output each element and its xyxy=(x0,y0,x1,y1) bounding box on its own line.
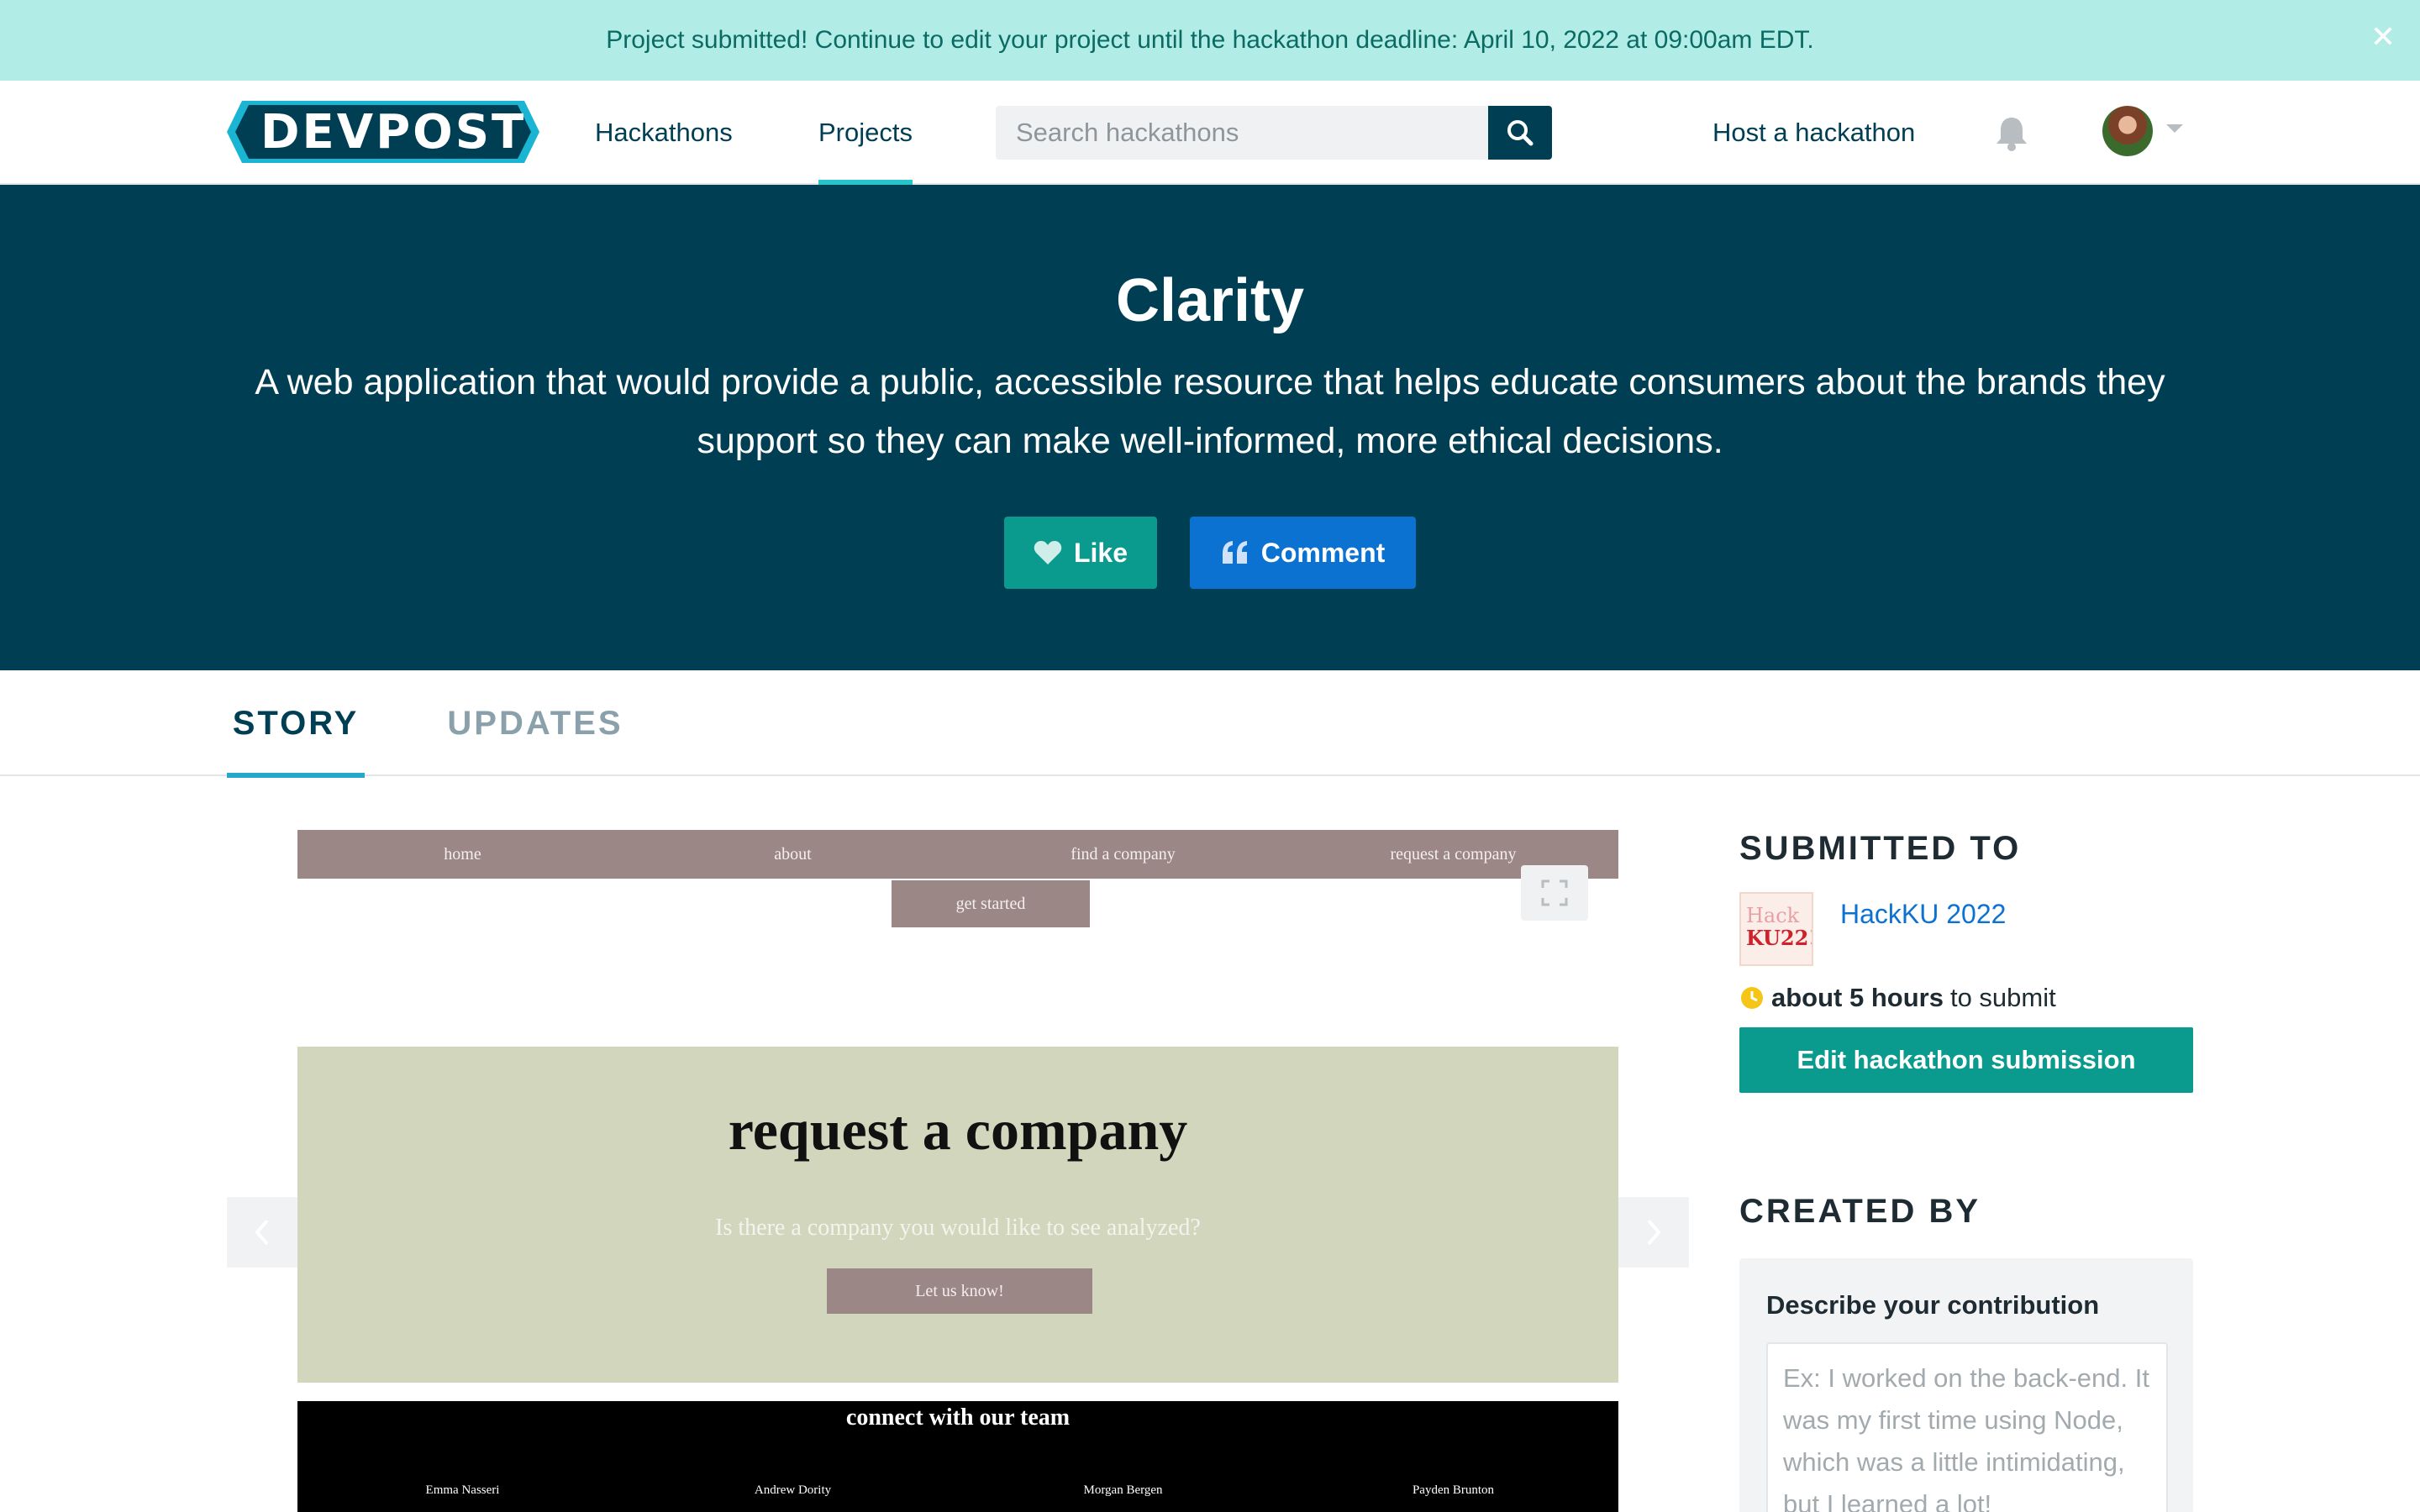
project-gallery: home about find a company request a comp… xyxy=(227,815,1689,1512)
contribution-label: Describe your contribution xyxy=(1766,1290,2100,1320)
tab-story[interactable]: STORY xyxy=(227,670,365,778)
banner-message: Project submitted! Continue to edit your… xyxy=(606,26,1814,54)
tab-updates[interactable]: UPDATES xyxy=(447,670,622,776)
expand-icon xyxy=(1541,879,1568,906)
screenshot-get-started: get started xyxy=(892,880,1090,927)
submitted-to-heading: SUBMITTED TO xyxy=(1739,830,2022,867)
devpost-logo[interactable]: DEVPOST xyxy=(227,101,539,163)
screenshot-team-row: Emma Nasseri Andrew Dority Morgan Bergen… xyxy=(297,1483,1618,1498)
edit-submission-button[interactable]: Edit hackathon submission xyxy=(1739,1027,2193,1093)
heart-icon xyxy=(1034,541,1062,564)
screenshot-nav-item: find a company xyxy=(1071,845,1176,864)
project-sidebar: SUBMITTED TO Hack KU22! HackKU 2022 abou… xyxy=(1739,815,2193,1512)
nav-hackathons[interactable]: Hackathons xyxy=(595,81,733,185)
screenshot-team-member: Emma Nasseri xyxy=(425,1483,500,1497)
close-icon[interactable]: ✕ xyxy=(2366,20,2400,54)
hackathon-logo-text: Hack xyxy=(1746,904,1800,927)
like-label: Like xyxy=(1073,537,1128,568)
expand-button[interactable] xyxy=(1521,865,1588,921)
screenshot-team-member: Payden Brunton xyxy=(1412,1483,1495,1497)
contribution-panel: Describe your contribution xyxy=(1739,1258,2193,1512)
deadline-suffix: to submit xyxy=(1949,983,2056,1012)
search-input[interactable] xyxy=(996,106,1488,160)
hackathon-logo-text: KU22! xyxy=(1746,926,1813,950)
comment-label: Comment xyxy=(1260,537,1386,568)
chevron-right-icon xyxy=(1647,1219,1661,1246)
top-nav: DEVPOST Hackathons Projects Host a hacka… xyxy=(0,81,2420,185)
tab-story-label: STORY xyxy=(232,704,360,742)
deadline-time: about 5 hours xyxy=(1771,983,1944,1012)
gallery-screenshot[interactable]: home about find a company request a comp… xyxy=(297,815,1618,1512)
host-hackathon-link[interactable]: Host a hackathon xyxy=(1712,81,1915,185)
screenshot-nav-item: home xyxy=(444,845,481,864)
screenshot-navbar: home about find a company request a comp… xyxy=(297,830,1618,879)
screenshot-nav-item: about xyxy=(774,845,812,864)
screenshot-request-section: request a company Is there a company you… xyxy=(297,1047,1618,1383)
deadline-status: about 5 hours to submit xyxy=(1739,983,2056,1013)
screenshot-let-us-know: Let us know! xyxy=(827,1268,1092,1314)
screenshot-team-section: connect with our team Emma Nasseri Andre… xyxy=(297,1401,1618,1512)
submission-banner: Project submitted! Continue to edit your… xyxy=(0,0,2420,81)
comment-button[interactable]: Comment xyxy=(1190,517,1416,589)
project-title: Clarity xyxy=(1115,267,1305,334)
project-tabs: STORY UPDATES xyxy=(0,670,2420,778)
search-icon xyxy=(1507,120,1534,146)
screenshot-request-title: request a company xyxy=(728,1098,1188,1162)
project-hero: Clarity A web application that would pro… xyxy=(0,185,2420,670)
logo-text: DEVPOST xyxy=(260,105,527,160)
user-avatar[interactable] xyxy=(2102,106,2153,156)
clock-icon xyxy=(1741,987,1763,1009)
screenshot-team-member: Morgan Bergen xyxy=(1083,1483,1163,1497)
search-button[interactable] xyxy=(1488,106,1552,160)
search-bar xyxy=(996,106,1552,160)
project-tagline: A web application that would provide a p… xyxy=(255,362,2165,461)
nav-projects-label: Projects xyxy=(818,118,913,147)
chevron-left-icon xyxy=(255,1219,269,1246)
screenshot-team-title: connect with our team xyxy=(845,1404,1071,1431)
gallery-next-button[interactable] xyxy=(1618,1197,1689,1268)
screenshot-team-member: Andrew Dority xyxy=(754,1483,832,1497)
contribution-textarea[interactable] xyxy=(1766,1342,2168,1512)
active-tab-indicator xyxy=(227,773,365,778)
hackathon-logo[interactable]: Hack KU22! xyxy=(1739,892,1813,966)
hackathon-link[interactable]: HackKU 2022 xyxy=(1840,899,2006,930)
gallery-prev-button[interactable] xyxy=(227,1197,297,1268)
quote-icon xyxy=(1222,541,1247,564)
like-button[interactable]: Like xyxy=(1004,517,1157,589)
created-by-heading: CREATED BY xyxy=(1739,1193,1981,1230)
chevron-down-icon[interactable] xyxy=(2166,124,2183,133)
screenshot-request-subtitle: Is there a company you would like to see… xyxy=(715,1215,1201,1241)
nav-projects[interactable]: Projects xyxy=(818,81,913,185)
bell-icon[interactable] xyxy=(1991,113,2032,153)
